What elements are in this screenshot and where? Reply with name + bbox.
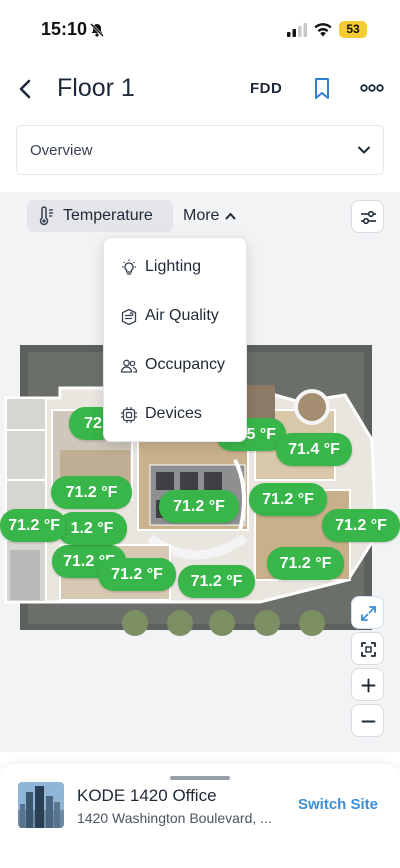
battery-indicator: 53 — [339, 21, 367, 38]
signal-icon — [287, 23, 307, 37]
wifi-icon — [314, 23, 332, 37]
tab-more[interactable]: More — [183, 207, 236, 225]
bell-off-icon — [90, 23, 104, 37]
back-arrow-icon[interactable] — [14, 76, 38, 102]
zoom-in-button[interactable] — [351, 668, 384, 701]
air-quality-icon — [121, 308, 137, 326]
switch-site-button[interactable]: Switch Site — [298, 796, 378, 813]
chevron-up-icon — [225, 213, 236, 220]
site-address: 1420 Washington Boulevard, ... — [77, 810, 272, 826]
bookmark-icon[interactable] — [312, 77, 332, 101]
view-select-value: Overview — [30, 142, 93, 159]
drag-handle[interactable] — [170, 776, 230, 780]
tab-temperature-label: Temperature — [63, 207, 153, 224]
expand-map-button[interactable] — [351, 596, 384, 629]
site-thumbnail — [18, 782, 64, 828]
temp-pill[interactable]: 1.2 °F — [57, 512, 127, 545]
filter-button[interactable] — [351, 200, 384, 233]
status-bar: 15:10 53 — [0, 0, 400, 58]
tab-more-label: More — [183, 207, 220, 224]
temp-pill[interactable]: 71.2 °F — [249, 483, 327, 516]
menu-item-devices[interactable]: Devices — [104, 390, 248, 439]
temp-pill[interactable]: 71.2 °F — [322, 509, 400, 542]
temp-pill[interactable]: 71.2 °F — [267, 547, 344, 580]
menu-item-lighting[interactable]: Lighting — [104, 243, 248, 292]
more-options-icon[interactable] — [360, 82, 384, 94]
temp-pill[interactable]: 71.2 °F — [159, 490, 239, 523]
page-title: Floor 1 — [57, 74, 135, 102]
menu-item-air-quality[interactable]: Air Quality — [104, 292, 248, 341]
menu-item-label: Devices — [145, 405, 202, 422]
plus-icon — [361, 678, 376, 693]
minus-icon — [361, 720, 376, 723]
site-name: KODE 1420 Office — [77, 786, 217, 805]
temp-pill[interactable]: 71.4 °F — [276, 433, 352, 466]
menu-item-label: Occupancy — [145, 356, 226, 373]
temp-pill[interactable]: 71.2 °F — [51, 476, 132, 509]
menu-item-label: Lighting — [145, 258, 202, 275]
fdd-button[interactable]: FDD — [250, 80, 282, 97]
temp-pill[interactable]: 71.2 °F — [0, 509, 66, 542]
more-metrics-menu: Lighting Air Quality Occupancy Devices — [103, 237, 247, 442]
lightbulb-icon — [122, 259, 136, 275]
expand-diagonal-icon — [361, 606, 376, 621]
header: Floor 1 FDD — [0, 62, 400, 116]
fullscreen-icon — [361, 642, 376, 657]
fit-screen-button[interactable] — [351, 632, 384, 665]
status-time: 15:10 — [41, 19, 88, 39]
zoom-out-button[interactable] — [351, 704, 384, 737]
menu-item-label: Air Quality — [145, 307, 219, 324]
temp-pill[interactable]: 71.2 °F — [98, 558, 176, 591]
devices-icon — [121, 407, 137, 423]
menu-item-occupancy[interactable]: Occupancy — [104, 341, 248, 390]
chevron-down-icon — [358, 146, 370, 154]
sliders-icon — [361, 210, 376, 225]
site-card: KODE 1420 Office 1420 Washington Bouleva… — [0, 764, 400, 868]
occupancy-icon — [120, 359, 138, 373]
tab-temperature[interactable]: Temperature — [27, 200, 173, 232]
temp-pill[interactable]: 71.2 °F — [178, 565, 255, 598]
thermometer-icon — [39, 206, 53, 226]
view-select[interactable]: Overview — [16, 125, 384, 175]
